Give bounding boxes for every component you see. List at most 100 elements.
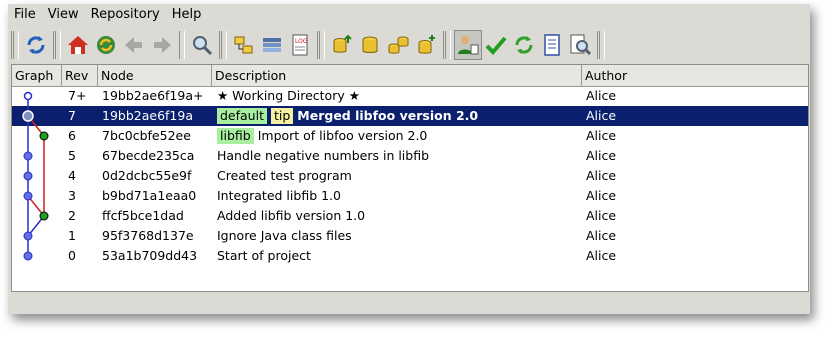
menu-repository[interactable]: Repository [85,4,166,26]
description-cell: Added libfib version 1.0 [217,206,582,226]
refresh-icon [27,36,45,54]
column-header-node[interactable]: Node [98,65,212,86]
toolbar-separator [317,31,325,59]
table-header: Graph Rev Node Description Author [12,65,808,87]
description-cell: default tip Merged libfoo version 2.0 [217,106,582,126]
column-header-author[interactable]: Author [582,65,808,86]
table-row[interactable]: 5 67becde235ca Handle negative numbers in … [12,146,808,166]
refresh-button[interactable] [22,30,50,60]
table-row[interactable]: 3 b9bd71a1eaa0 Integrated libfib 1.0 Alice [12,186,808,206]
author-cell: Alice [586,128,617,143]
db-down-button[interactable] [384,30,412,60]
table-row[interactable]: 0 53a1b709dd43 Start of project Alice [12,246,808,266]
back-button[interactable] [120,30,148,60]
author-cell: Alice [586,148,617,163]
table-row[interactable]: 7+ 19bb2ae6f19a+ ★ Working Directory ★ Alic… [12,86,808,106]
home-button[interactable] [64,30,92,60]
rev-cell: 7 [68,108,76,123]
db-up-button[interactable] [328,30,356,60]
author-cell: Alice [586,188,617,203]
check-button[interactable] [482,30,510,60]
rev-cell: 3 [68,188,76,203]
changelog-table[interactable]: Graph Rev Node Description Author 7+ 19bb… [11,64,809,292]
description-text: Import of libfoo version 2.0 [257,128,428,143]
table-row[interactable]: 6 7bc0cbfe52ee libfib Import of libfoo vers… [12,126,808,146]
graph-node [23,151,33,161]
author-cell: Alice [586,248,617,263]
column-header-rev[interactable]: Rev [62,65,98,86]
revision-graph [22,91,49,261]
author-cell: Alice [586,88,617,103]
update-icon [515,36,533,54]
back-icon [125,37,142,53]
author-cell: Alice [586,228,617,243]
author-cell: Alice [586,168,617,183]
toolbar-separator [597,31,605,59]
zoom-document-icon [570,34,592,56]
document-button[interactable] [538,30,566,60]
node-cell: 95f3768d137e [102,228,194,243]
check-icon [485,36,507,55]
table-row[interactable]: 7 19bb2ae6f19a default tip Merged libfoo ver… [12,106,808,126]
user-button[interactable] [454,30,482,60]
db-up-icon [333,34,352,53]
node-cell: 0d2dcbc55e9f [102,168,192,183]
db-refresh-button[interactable] [356,30,384,60]
author-cell: Alice [586,208,617,223]
node-cell: 67becde235ca [102,148,195,163]
menu-file[interactable]: File [8,4,42,26]
zoom-document-button[interactable] [566,30,594,60]
description-text: ★ Working Directory ★ [217,88,360,103]
description-cell: Created test program [217,166,582,186]
toolbar: LOG [8,26,810,64]
description-cell: ★ Working Directory ★ [217,86,582,106]
toolbar-separator [179,31,185,59]
column-header-description[interactable]: Description [212,65,582,86]
rev-cell: 2 [68,208,76,223]
graph-node [22,110,34,122]
rev-cell: 7+ [68,88,87,103]
graph-node [23,91,33,101]
menu-view[interactable]: View [42,4,85,26]
search-button[interactable] [188,30,216,60]
forward-icon [154,37,171,53]
description-cell: Start of project [217,246,582,266]
table-row[interactable]: 1 95f3768d137e Ignore Java class files Alic… [12,226,808,246]
graph-node [23,231,33,241]
node-cell: b9bd71a1eaa0 [102,188,197,203]
log-button[interactable]: LOG [286,30,314,60]
branch-tag: default [217,108,267,124]
forward-button[interactable] [148,30,176,60]
home-icon [68,36,88,54]
app-window: File View Repository Help LOG Graph Rev … [8,4,810,314]
branch-tag: libfib [217,128,254,144]
update-button[interactable] [510,30,538,60]
description-cell: Integrated libfib 1.0 [217,186,582,206]
stack-icon [263,38,281,52]
node-cell: 19bb2ae6f19a+ [102,88,204,103]
description-text: Added libfib version 1.0 [217,208,366,223]
graph-node [39,131,49,141]
graph-node [39,211,49,221]
description-cell: Handle negative numbers in libfib [217,146,582,166]
menu-help[interactable]: Help [166,4,208,26]
rev-cell: 5 [68,148,76,163]
user-icon [458,36,479,55]
stack-button[interactable] [258,30,286,60]
svg-text:LOG: LOG [295,38,308,45]
description-text: Handle negative numbers in libfib [217,148,430,163]
description-text: Start of project [217,248,311,263]
db-merge-button[interactable] [412,30,440,60]
log-icon: LOG [292,34,308,56]
sync-button[interactable] [92,30,120,60]
branch-button[interactable] [230,30,258,60]
status-bar [8,292,810,314]
table-row[interactable]: 4 0d2dcbc55e9f Created test program Alice [12,166,808,186]
node-cell: 19bb2ae6f19a [102,108,193,123]
branch-icon [234,36,253,54]
toolbar-separator [53,31,61,59]
table-row[interactable]: 2 ffcf5bce1dad Added libfib version 1.0 Ali… [12,206,808,226]
db-refresh-icon [362,36,378,53]
column-header-graph[interactable]: Graph [12,65,62,86]
rev-cell: 1 [68,228,76,243]
